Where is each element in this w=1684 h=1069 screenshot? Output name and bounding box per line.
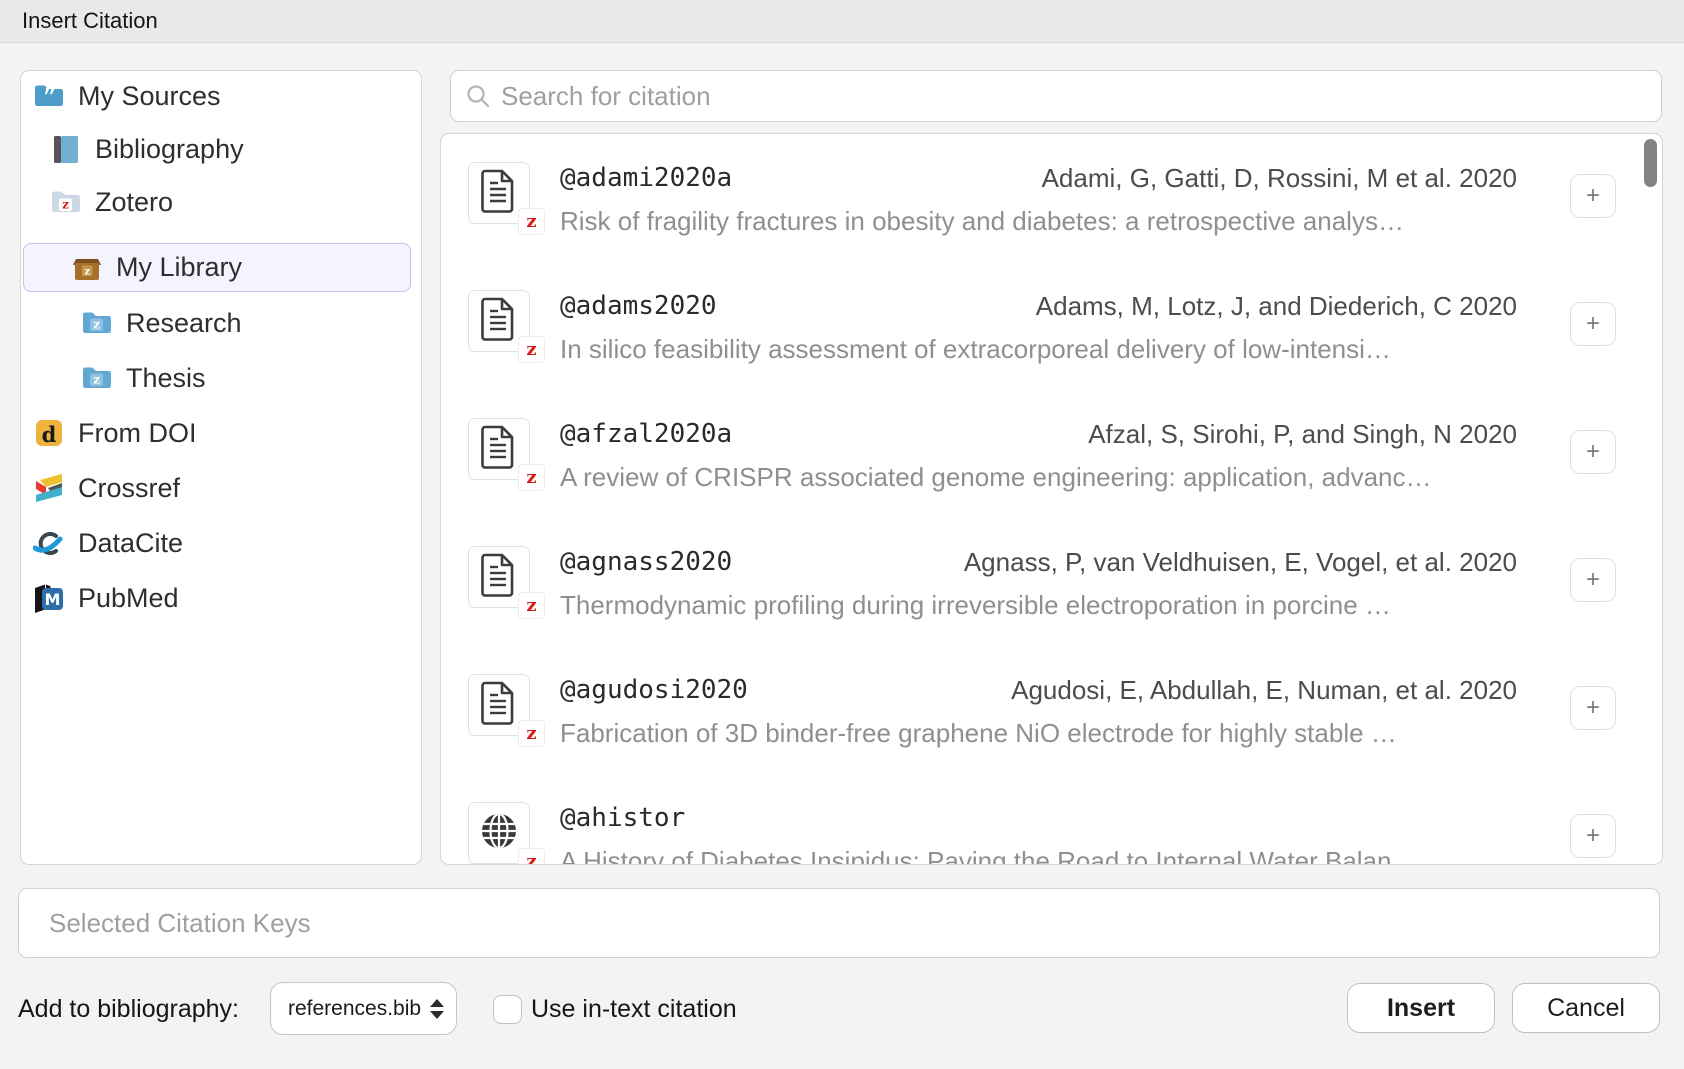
citation-title: A History of Diabetes Insipidus: Paving …: [560, 845, 1512, 865]
sidebar-item-label: Bibliography: [95, 134, 244, 165]
sidebar-item-zotero[interactable]: z Zotero: [21, 177, 421, 227]
sidebar-item-thesis[interactable]: z Thesis: [21, 353, 421, 403]
citation-authors: Agudosi, E, Abdullah, E, Numan, et al. 2…: [1011, 674, 1517, 706]
cancel-button[interactable]: Cancel: [1512, 983, 1660, 1033]
citation-row[interactable]: z @adams2020 Adams, M, Lotz, J, and Died…: [441, 290, 1662, 412]
search-icon: [465, 83, 491, 109]
citation-key: @agnass2020: [560, 546, 732, 578]
doi-icon: d: [33, 417, 65, 449]
svg-text:z: z: [62, 198, 69, 212]
citation-title: Thermodynamic profiling during irreversi…: [560, 589, 1512, 621]
sidebar-item-label: DataCite: [78, 528, 183, 559]
citation-row[interactable]: z @ahistor A History of Diabetes Insipid…: [441, 802, 1662, 865]
selected-keys-box: [18, 888, 1660, 958]
zotero-badge-icon: z: [518, 592, 545, 619]
dialog-title: Insert Citation: [22, 0, 158, 42]
book-icon: [50, 133, 82, 165]
add-citation-button[interactable]: +: [1570, 302, 1616, 346]
add-citation-button[interactable]: +: [1570, 686, 1616, 730]
sidebar-item-bibliography[interactable]: Bibliography: [21, 124, 421, 174]
add-to-bibliography-label: Add to bibliography:: [18, 995, 239, 1024]
citation-key: @agudosi2020: [560, 674, 748, 706]
zotero-badge-icon: z: [518, 336, 545, 363]
quotes-folder-icon: ”: [33, 80, 65, 112]
citation-title: In silico feasibility assessment of extr…: [560, 333, 1512, 365]
insert-citation-dialog: Insert Citation ” My Sources Bibliograph…: [0, 0, 1684, 1069]
sidebar-item-my-sources[interactable]: ” My Sources: [21, 71, 421, 121]
bibliography-file-value: references.bib: [271, 997, 430, 1021]
citation-key: @adams2020: [560, 290, 717, 322]
document-icon: [480, 296, 518, 347]
svg-text:z: z: [93, 373, 100, 387]
use-in-text-citation-checkbox[interactable]: [493, 995, 522, 1024]
library-box-icon: z: [71, 252, 103, 284]
sidebar-item-label: Crossref: [78, 473, 180, 504]
svg-text:”: ”: [43, 84, 56, 112]
select-stepper-icon: [430, 999, 444, 1019]
citation-results-list: z @adami2020a Adami, G, Gatti, D, Rossin…: [440, 133, 1663, 865]
crossref-icon: [33, 472, 65, 504]
sidebar-item-label: My Library: [116, 252, 242, 283]
pubmed-icon: M: [33, 582, 65, 614]
svg-text:z: z: [84, 266, 90, 277]
citation-title: Fabrication of 3D binder-free graphene N…: [560, 717, 1512, 749]
citation-authors: Adami, G, Gatti, D, Rossini, M et al. 20…: [1042, 162, 1517, 194]
zotero-badge-icon: z: [518, 848, 545, 865]
sidebar-item-label: From DOI: [78, 418, 197, 449]
citation-row[interactable]: z @adami2020a Adami, G, Gatti, D, Rossin…: [441, 162, 1662, 284]
add-citation-button[interactable]: +: [1570, 558, 1616, 602]
add-citation-button[interactable]: +: [1570, 430, 1616, 474]
titlebar: Insert Citation: [0, 0, 1684, 43]
citation-authors: Agnass, P, van Veldhuisen, E, Vogel, et …: [964, 546, 1517, 578]
sidebar-item-datacite[interactable]: DataCite: [21, 518, 421, 568]
citation-authors: Afzal, S, Sirohi, P, and Singh, N 2020: [1088, 418, 1517, 450]
globe-icon: [477, 809, 521, 858]
citation-key: @adami2020a: [560, 162, 732, 194]
sidebar-item-label: Research: [126, 308, 242, 339]
search-input[interactable]: [491, 81, 1661, 112]
insert-button[interactable]: Insert: [1347, 983, 1495, 1033]
sidebar-item-crossref[interactable]: Crossref: [21, 463, 421, 513]
search-box: [450, 70, 1662, 122]
document-icon: [480, 424, 518, 475]
zotero-badge-icon: z: [518, 464, 545, 491]
document-icon: [480, 168, 518, 219]
sidebar-item-label: Zotero: [95, 187, 173, 218]
use-in-text-citation-label: Use in-text citation: [531, 995, 737, 1024]
scrollbar-thumb[interactable]: [1644, 139, 1657, 187]
citation-row[interactable]: z @agudosi2020 Agudosi, E, Abdullah, E, …: [441, 674, 1662, 796]
sidebar-item-label: My Sources: [78, 81, 221, 112]
citation-authors: Adams, M, Lotz, J, and Diederich, C 2020: [1036, 290, 1517, 322]
selected-citation-keys-input[interactable]: [19, 908, 1659, 939]
sidebar-item-label: PubMed: [78, 583, 179, 614]
folder-z-icon: z: [81, 362, 113, 394]
citation-title: Risk of fragility fractures in obesity a…: [560, 205, 1512, 237]
sidebar-item-from-doi[interactable]: d From DOI: [21, 408, 421, 458]
sidebar-item-my-library[interactable]: z My Library: [23, 243, 411, 292]
svg-text:d: d: [42, 422, 57, 447]
zotero-folder-icon: z: [50, 186, 82, 218]
datacite-icon: [33, 527, 65, 559]
zotero-badge-icon: z: [518, 208, 545, 235]
svg-text:M: M: [45, 590, 61, 609]
sources-sidebar: ” My Sources Bibliography z Zotero z My …: [20, 70, 422, 865]
sidebar-item-pubmed[interactable]: M PubMed: [21, 573, 421, 623]
document-icon: [480, 680, 518, 731]
add-citation-button[interactable]: +: [1570, 174, 1616, 218]
citation-key: @afzal2020a: [560, 418, 732, 450]
bibliography-file-select[interactable]: references.bib: [270, 982, 457, 1035]
sidebar-item-label: Thesis: [126, 363, 206, 394]
zotero-badge-icon: z: [518, 720, 545, 747]
document-icon: [480, 552, 518, 603]
add-citation-button[interactable]: +: [1570, 814, 1616, 858]
svg-text:z: z: [93, 318, 100, 332]
citation-title: A review of CRISPR associated genome eng…: [560, 461, 1512, 493]
citation-key: @ahistor: [560, 802, 685, 834]
citation-row[interactable]: z @afzal2020a Afzal, S, Sirohi, P, and S…: [441, 418, 1662, 540]
sidebar-item-research[interactable]: z Research: [21, 298, 421, 348]
citation-row[interactable]: z @agnass2020 Agnass, P, van Veldhuisen,…: [441, 546, 1662, 668]
folder-z-icon: z: [81, 307, 113, 339]
